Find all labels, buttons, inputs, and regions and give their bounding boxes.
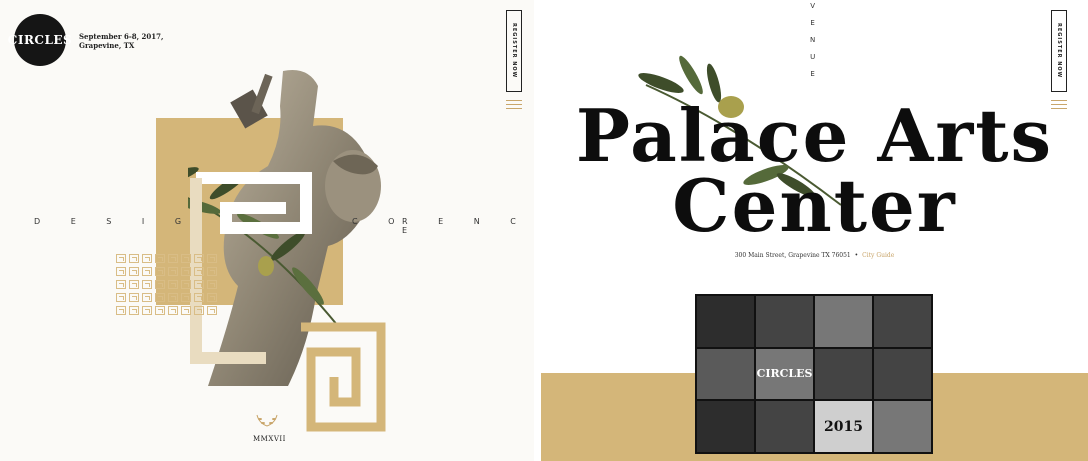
laurel-icon	[256, 414, 278, 427]
venue-title-line1: Palace Arts	[575, 93, 1054, 178]
logo-text: CIRCLES	[7, 33, 73, 47]
panel-divider	[534, 0, 541, 461]
venue-panel: V E N U E REGISTER NOW Palace Arts Cente…	[541, 0, 1088, 461]
register-now-button[interactable]: REGISTER NOW	[506, 10, 522, 92]
collage-photo	[697, 348, 754, 400]
meander-corner-icon	[301, 322, 386, 432]
venue-letter: E	[810, 19, 815, 27]
collage-photo	[697, 401, 754, 452]
roman-year: MMXVII	[253, 435, 286, 443]
collage-photo	[697, 296, 754, 347]
circles-logo[interactable]: CIRCLES	[8, 14, 72, 66]
hero-panel: CIRCLES September 6-8, 2017, Grapevine, …	[0, 0, 534, 461]
register-now-label: REGISTER NOW	[511, 23, 517, 79]
tagline-left: D E S I G	[34, 217, 196, 226]
city-guide-link[interactable]: City Guide	[862, 252, 894, 259]
collage-photo	[756, 296, 813, 347]
register-now-label: REGISTER NOW	[1056, 23, 1062, 79]
venue-title-line2: Center	[672, 163, 957, 248]
key-pattern-grid	[116, 254, 217, 315]
collage-year-sign: 2015	[815, 401, 872, 452]
event-date: September 6-8, 2017, Grapevine, TX	[79, 32, 169, 50]
venue-letter: V	[810, 2, 816, 10]
collage-photo	[815, 348, 872, 400]
address-separator: •	[854, 252, 859, 259]
photo-collage: CIRCLES 2015	[695, 294, 933, 454]
tagline-right: R E N C E	[402, 217, 530, 235]
collage-photo	[815, 296, 872, 347]
register-now-button[interactable]: REGISTER NOW	[1051, 10, 1067, 92]
tagline-mid: C O	[352, 217, 409, 226]
address-text: 300 Main Street, Grapevine TX 76051	[734, 252, 851, 259]
collage-photo	[756, 401, 813, 452]
venue-address: 300 Main Street, Grapevine TX 76051 • Ci…	[541, 252, 1088, 259]
venue-letter: N	[810, 36, 816, 44]
collage-photo	[874, 296, 931, 347]
collage-photo	[874, 348, 931, 400]
menu-icon[interactable]	[506, 100, 522, 109]
event-location-line: Grapevine, TX	[79, 41, 135, 50]
collage-photo	[874, 401, 931, 452]
event-date-line: September 6-8, 2017,	[79, 32, 164, 41]
collage-circles-sign: CIRCLES	[756, 348, 813, 400]
